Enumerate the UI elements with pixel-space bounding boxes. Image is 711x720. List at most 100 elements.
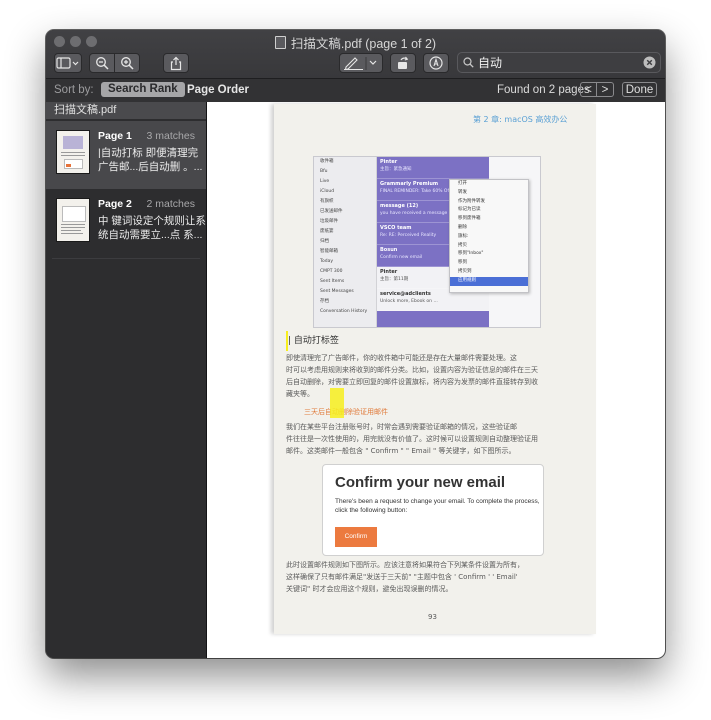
mailbox-item: CMPT 300 xyxy=(320,269,343,274)
section-heading: | 自动打标签 xyxy=(286,331,339,351)
sort-search-rank-button[interactable]: Search Rank xyxy=(101,82,185,97)
mailbox-item: 已发送邮件 xyxy=(320,209,343,214)
mailbox-item: Live xyxy=(320,179,330,184)
text-line: 时可以考虑用规则来将收到的邮件分类。比如，设置内容为验证信息的邮件在三天 xyxy=(286,366,538,374)
context-menu-item: 转发 xyxy=(458,189,467,195)
share-icon xyxy=(170,56,182,70)
result-divider xyxy=(52,258,200,259)
search-results-sidebar: 扫描文稿.pdf Page 1 3 matches |自动打标 即便清理完 广告… xyxy=(46,102,207,658)
zoom-out-icon xyxy=(96,57,109,70)
markup-pen-button[interactable] xyxy=(339,53,383,73)
search-result-page-2[interactable]: Page 2 2 matches 中 键词设定个规则让系 统自动需要立...点 … xyxy=(46,189,206,257)
title-bar: 扫描文稿.pdf (page 1 of 2) xyxy=(46,30,665,79)
mail-context-menu: 打开 转发 作为附件转发 标记为已读 移到废件箱 删除 旗标: 拷贝 移到"Inbox" 移到 拷贝… xyxy=(449,179,529,293)
context-menu-item: 拷贝 xyxy=(458,242,467,248)
mail-sender: Pinter xyxy=(380,159,398,165)
sub-heading: 三天后自动删除验证用邮件 xyxy=(304,408,388,416)
text-line: 此时设置邮件规则如下图所示。应该注意将如果符合下列某条件设置为所有， xyxy=(286,561,524,569)
search-result-page-1[interactable]: Page 1 3 matches |自动打标 即便清理完 广告邮...后自动删 … xyxy=(46,121,206,189)
result-match-count: 2 matches xyxy=(146,198,195,210)
next-result-button[interactable]: > xyxy=(597,82,614,97)
text-line: 件往往是一次性使用的，用完就没有价值了。这时候可以设置规则自动整理验证用 xyxy=(286,435,538,443)
mailbox-item: Conversation History xyxy=(320,309,368,314)
paragraph-3: 此时设置邮件规则如下图所示。应该注意将如果符合下列某条件设置为所有， 这样确保了只… xyxy=(286,559,586,595)
mailbox-item: 废纸篓 xyxy=(320,229,334,234)
search-icon xyxy=(463,57,474,68)
mail-subject: Unlock more, Ebook on ... xyxy=(380,299,438,304)
result-page-label: Page 2 xyxy=(98,198,132,210)
result-match-count: 3 matches xyxy=(146,130,195,142)
clear-search-icon[interactable] xyxy=(643,56,656,69)
text-line: 即使清理完了广告邮件，你的收件箱中可能还是存在大量邮件需要处理。这 xyxy=(286,354,517,362)
markup-icon xyxy=(429,56,443,70)
previous-result-button[interactable]: < xyxy=(580,82,597,97)
sidebar-toggle-button[interactable] xyxy=(54,53,82,73)
text-line: 邮件。这类邮件一般包含 " Confirm " " Email " 等关键字，如… xyxy=(286,447,516,455)
mail-app-screenshot: 收件箱 Bfu Live iCloud 有旗帜 已发送邮件 垃圾邮件 废纸篓 归档 智能邮箱 Tod… xyxy=(313,156,541,328)
text-line: 关键词" 时才会应用这个规则，避免出现误删的情况。 xyxy=(286,585,453,593)
confirm-body-line-2: click the following button: xyxy=(335,507,408,514)
mailbox-item: 智能邮箱 xyxy=(320,249,338,254)
zoom-in-icon xyxy=(121,57,134,70)
context-menu-item: 标记为已读 xyxy=(458,207,481,213)
found-pages-text: Found on 2 pages xyxy=(497,84,590,96)
zoom-in-button[interactable] xyxy=(114,53,140,73)
mailbox-item: 存档 xyxy=(320,299,329,304)
sidebar-icon xyxy=(56,57,79,69)
context-menu-item: 删除 xyxy=(458,224,467,230)
result-snippet-line-2: 统自动需要立...点 系... xyxy=(98,229,203,241)
document-view[interactable]: 第 2 章: macOS 高效办公 收件箱 Bfu Live iCloud 有旗帜 已发送… xyxy=(207,102,665,658)
search-field[interactable] xyxy=(457,52,661,73)
find-bar: Sort by: Search Rank Page Order Found on… xyxy=(46,79,665,103)
document-icon xyxy=(274,36,286,49)
page-number: 93 xyxy=(428,613,437,621)
result-snippet-line-1: |自动打标 即便清理完 xyxy=(98,147,199,159)
confirm-email-figure: Confirm your new email There's been a re… xyxy=(322,464,544,556)
rotate-icon xyxy=(398,56,409,69)
mail-mailbox-list: 收件箱 Bfu Live iCloud 有旗帜 已发送邮件 垃圾邮件 废纸篓 归档 智能邮箱 Tod… xyxy=(314,157,376,317)
zoom-out-button[interactable] xyxy=(89,53,115,73)
pen-icon xyxy=(344,57,377,70)
scanned-page: 第 2 章: macOS 高效办公 收件箱 Bfu Live iCloud 有旗帜 已发送… xyxy=(274,104,596,634)
context-menu-item: 应用规则 xyxy=(450,276,528,286)
sort-page-order-button[interactable]: Page Order xyxy=(187,84,249,96)
search-highlight-vertical xyxy=(330,388,344,418)
confirm-title: Confirm your new email xyxy=(335,474,506,491)
preview-window: 扫描文稿.pdf (page 1 of 2) 自动 Sort by: Searc… xyxy=(46,30,665,658)
text-line: 后自动删除，对需要立即回复的邮件设置旗标，将内容为发票的邮件直接转存到收 xyxy=(286,378,538,386)
context-menu-item: 拷贝到 xyxy=(458,268,472,274)
window-title: 扫描文稿.pdf (page 1 of 2) xyxy=(290,37,437,51)
mail-row: Pinter 主旨：紧急通知 xyxy=(377,157,489,179)
mailbox-item: Today xyxy=(320,259,334,264)
search-input[interactable] xyxy=(478,54,638,71)
share-button[interactable] xyxy=(163,53,189,73)
page-thumbnail xyxy=(57,199,89,241)
result-page-label: Page 1 xyxy=(98,130,132,142)
text-line: 我们在某些平台注册账号时，时常会遇到需要验证邮箱的情况，这些验证邮 xyxy=(286,423,517,431)
window-title-area: 扫描文稿.pdf (page 1 of 2) xyxy=(46,33,665,52)
markup-toolbar-button[interactable] xyxy=(423,53,449,73)
mailbox-item: Sent Items xyxy=(320,279,345,284)
mailbox-item: 收件箱 xyxy=(320,159,334,164)
sidebar-file-header: 扫描文稿.pdf xyxy=(46,102,206,119)
done-button[interactable]: Done xyxy=(622,82,657,97)
result-snippet-line-2: 广告邮...后自动删 。... xyxy=(98,161,203,173)
chapter-header: 第 2 章: macOS 高效办公 xyxy=(473,115,568,124)
context-menu-item: 移到"Inbox" xyxy=(458,251,484,257)
context-menu-item: 打开 xyxy=(458,181,467,186)
rotate-button[interactable] xyxy=(390,53,416,73)
context-menu-item: 移到 xyxy=(458,260,467,266)
mailbox-item: iCloud xyxy=(320,189,335,194)
page-thumbnail xyxy=(57,131,89,173)
context-menu-item: 旗标: xyxy=(458,233,469,239)
confirm-button-figure: Confirm xyxy=(335,527,377,547)
mail-subject: 主旨：紧急通知 xyxy=(380,167,412,172)
sort-by-label: Sort by: xyxy=(54,84,94,96)
confirm-body-line-1: There's been a request to change your em… xyxy=(335,498,540,505)
context-menu-item: 移到废件箱 xyxy=(458,216,481,222)
mailbox-item: 归档 xyxy=(320,239,329,244)
mailbox-item: Sent Messages xyxy=(320,289,354,294)
result-snippet-line-1: 中 键词设定个规则让系 xyxy=(98,215,206,227)
text-line: 这样确保了只有邮件满足"发送于三天前" "主题中包含 ' Confirm ' '… xyxy=(286,573,518,581)
paragraph-2: 我们在某些平台注册账号时，时常会遇到需要验证邮箱的情况，这些验证邮件往往是一次性… xyxy=(286,421,586,457)
